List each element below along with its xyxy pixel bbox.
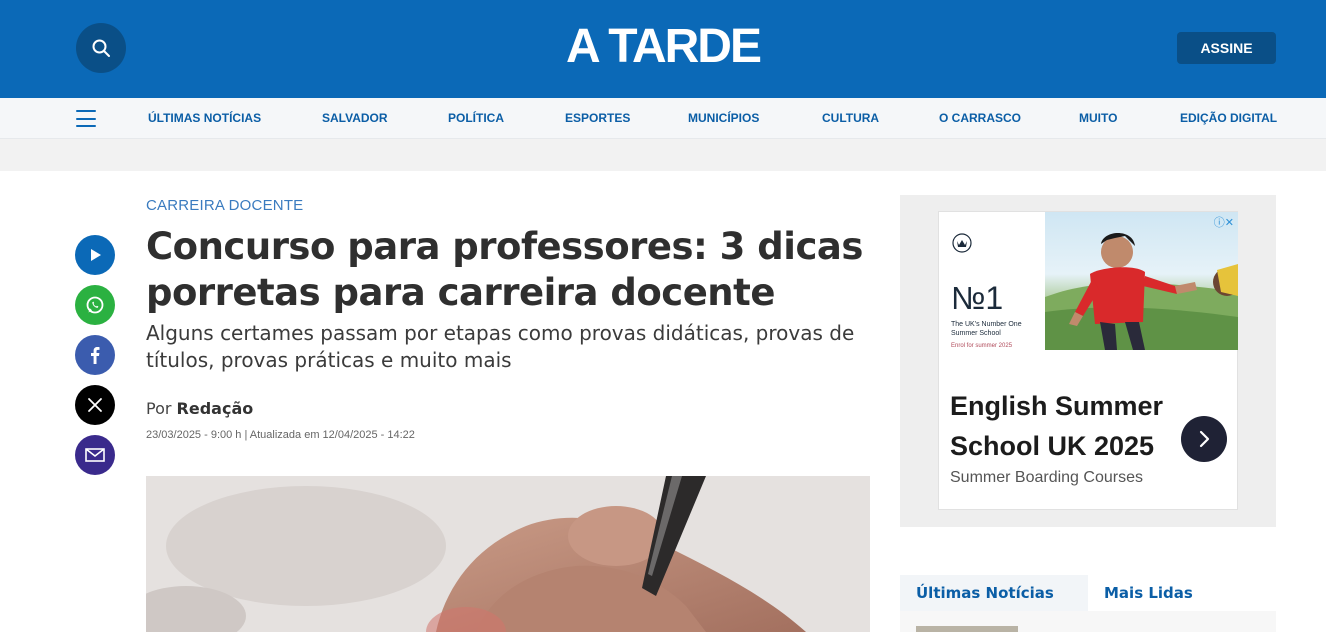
ad-next-button[interactable] <box>1181 416 1227 462</box>
article-headline: Concurso para professores: 3 dicas porre… <box>146 225 863 314</box>
share-facebook-button[interactable] <box>75 335 115 375</box>
site-logo[interactable]: A TARDE <box>0 18 1326 76</box>
byline-prefix: Por <box>146 399 172 418</box>
ad-subtitle: Summer Boarding Courses <box>950 469 1143 486</box>
ad-banner-placeholder <box>0 139 1326 171</box>
ad-card[interactable]: №1 The UK's Number One Summer School Enr… <box>938 211 1238 510</box>
ad-tagline: The UK's Number One Summer School <box>951 321 1022 337</box>
whatsapp-icon <box>86 296 104 314</box>
site-header: A TARDE ASSINE <box>0 0 1326 98</box>
menu-icon[interactable] <box>76 110 96 127</box>
x-icon <box>88 398 102 412</box>
boy-running-illustration <box>1045 233 1238 350</box>
author-name[interactable]: Redação <box>177 399 254 418</box>
main-nav: ÚLTIMAS NOTÍCIAS SALVADOR POLÍTICA ESPOR… <box>0 98 1326 139</box>
article-category[interactable]: CARREIRA DOCENTE <box>146 197 303 214</box>
ad-enrol-text: Enrol for summer 2025 <box>951 343 1013 349</box>
nav-item-municipios[interactable]: MUNICÍPIOS <box>688 98 759 139</box>
tab-mais-lidas[interactable]: Mais Lidas <box>1088 575 1276 611</box>
article-hero-image <box>146 476 870 632</box>
news-thumbnail[interactable] <box>916 626 1018 632</box>
article-byline: Por Redação <box>146 399 253 418</box>
hand-writing-illustration <box>146 476 870 632</box>
crest-icon <box>952 233 972 253</box>
tab-ultimas-noticias[interactable]: Últimas Notícias <box>900 575 1088 611</box>
nav-item-edicao-digital[interactable]: EDIÇÃO DIGITAL <box>1180 98 1277 139</box>
article-dateline: 23/03/2025 - 9:00 h | Atualizada em 12/0… <box>146 429 415 441</box>
email-icon <box>85 448 105 462</box>
chevron-right-icon <box>1199 430 1210 448</box>
nav-item-muito[interactable]: MUITO <box>1079 98 1117 139</box>
nav-item-cultura[interactable]: CULTURA <box>822 98 879 139</box>
ad-title[interactable]: English Summer School UK 2025 <box>950 386 1180 466</box>
ad-photo: ⓘ✕ <box>1045 212 1238 350</box>
nav-item-salvador[interactable]: SALVADOR <box>322 98 388 139</box>
share-email-button[interactable] <box>75 435 115 475</box>
share-x-button[interactable] <box>75 385 115 425</box>
nav-item-ultimas-noticias[interactable]: ÚLTIMAS NOTÍCIAS <box>148 98 261 139</box>
subscribe-button[interactable]: ASSINE <box>1177 32 1276 64</box>
article-subheadline: Alguns certames passam por etapas como p… <box>146 321 855 372</box>
share-play-button[interactable] <box>75 235 115 275</box>
share-whatsapp-button[interactable] <box>75 285 115 325</box>
ad-number-one: №1 <box>951 280 1004 316</box>
facebook-icon <box>91 347 100 364</box>
ad-image-left: №1 The UK's Number One Summer School Enr… <box>939 212 1045 369</box>
nav-item-esportes[interactable]: ESPORTES <box>565 98 630 139</box>
nav-item-politica[interactable]: POLÍTICA <box>448 98 504 139</box>
nav-item-o-carrasco[interactable]: O CARRASCO <box>939 98 1021 139</box>
ad-choices-icon[interactable]: ⓘ✕ <box>1214 214 1234 230</box>
play-icon <box>91 249 101 261</box>
